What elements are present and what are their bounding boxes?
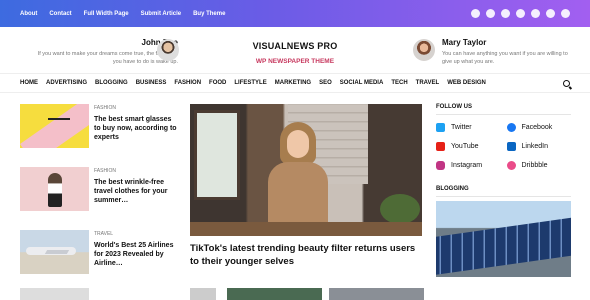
blogging-title: BLOGGING <box>436 186 469 192</box>
nav-home[interactable]: HOME <box>20 80 38 86</box>
linkedin-icon[interactable] <box>516 9 525 18</box>
nav-marketing[interactable]: MARKETING <box>275 80 311 86</box>
list-item[interactable]: FASHION The best wrinkle-free travel clo… <box>20 167 175 227</box>
twitter-icon[interactable] <box>471 9 480 18</box>
top-link-contact[interactable]: Contact <box>49 11 71 17</box>
main-nav: HOME ADVERTISING BLOGGING BUSINESS FASHI… <box>0 73 590 93</box>
nav-seo[interactable]: SEO <box>319 80 332 86</box>
article-title[interactable]: The best wrinkle-free travel clothes for… <box>94 178 179 205</box>
top-links: About Contact Full Width Page Submit Art… <box>20 11 225 17</box>
quote-right: Mary Taylor You can have anything you wa… <box>442 38 577 66</box>
article-thumbnail[interactable] <box>20 104 89 148</box>
social-links: Twitter Facebook YouTube LinkedIn Instag… <box>436 123 571 170</box>
nav-fashion[interactable]: FASHION <box>174 80 201 86</box>
youtube-icon[interactable] <box>501 9 510 18</box>
social-label: YouTube <box>451 143 479 150</box>
nav-social-media[interactable]: SOCIAL MEDIA <box>340 80 384 86</box>
social-label: Twitter <box>451 124 472 131</box>
dribbble-icon <box>506 161 516 170</box>
list-item[interactable]: FASHION The best smart glasses to buy no… <box>20 104 177 164</box>
nav-lifestyle[interactable]: LIFESTYLE <box>234 80 266 86</box>
top-link-full-width[interactable]: Full Width Page <box>84 11 129 17</box>
nav-food[interactable]: FOOD <box>209 80 226 86</box>
social-linkedin[interactable]: LinkedIn <box>506 142 572 151</box>
social-label: Instagram <box>451 162 483 169</box>
social-facebook[interactable]: Facebook <box>506 123 572 132</box>
article-thumbnail[interactable] <box>190 288 216 300</box>
social-youtube[interactable]: YouTube <box>436 142 501 151</box>
sidebar: FOLLOW US Twitter Facebook YouTube Linke… <box>436 104 571 277</box>
top-bar: About Contact Full Width Page Submit Art… <box>0 0 590 27</box>
top-link-buy-theme[interactable]: Buy Theme <box>193 11 225 17</box>
top-link-submit-article[interactable]: Submit Article <box>141 11 181 17</box>
hero-title[interactable]: TikTok's latest trending beauty filter r… <box>190 243 422 268</box>
article-thumbnail[interactable] <box>20 167 89 211</box>
nav-travel[interactable]: TRAVEL <box>416 80 440 86</box>
article-category[interactable]: FASHION <box>94 105 116 111</box>
search-icon[interactable] <box>563 80 570 87</box>
social-label: Dribbble <box>521 162 548 169</box>
list-item[interactable]: TRAVEL World's Best 25 Airlines for 2023… <box>20 230 175 290</box>
social-label: Facebook <box>521 124 553 131</box>
facebook-icon <box>506 123 516 132</box>
article-thumbnail[interactable] <box>20 230 89 274</box>
linkedin-icon <box>506 142 516 151</box>
nav-blogging[interactable]: BLOGGING <box>95 80 128 86</box>
blogging-thumbnail[interactable] <box>436 201 571 277</box>
social-twitter[interactable]: Twitter <box>436 123 501 132</box>
divider <box>436 196 571 197</box>
hero-image[interactable] <box>190 104 422 236</box>
article-thumbnail[interactable] <box>227 288 322 300</box>
next-row-thumbnails <box>0 288 590 300</box>
divider <box>436 114 571 115</box>
quote-author: Mary Taylor <box>442 38 487 47</box>
instagram-icon <box>436 161 445 170</box>
social-instagram[interactable]: Instagram <box>436 161 501 170</box>
social-label: LinkedIn <box>521 143 548 150</box>
follow-title: FOLLOW US <box>436 104 472 110</box>
avatar <box>413 39 435 61</box>
article-title[interactable]: The best smart glasses to buy now, accor… <box>94 115 179 142</box>
nav-web-design[interactable]: WEB DESIGN <box>447 80 486 86</box>
article-thumbnail[interactable] <box>329 288 424 300</box>
nav-tech[interactable]: TECH <box>391 80 407 86</box>
twitter-icon <box>436 123 445 132</box>
article-category[interactable]: TRAVEL <box>94 231 113 237</box>
article-thumbnail[interactable] <box>20 288 89 300</box>
article-title[interactable]: World's Best 25 Airlines for 2023 Reveal… <box>94 241 179 268</box>
nav-advertising[interactable]: ADVERTISING <box>46 80 87 86</box>
nav-business[interactable]: BUSINESS <box>136 80 167 86</box>
dribbble-icon[interactable] <box>531 9 540 18</box>
quote-text: You can have anything you want if you ar… <box>442 51 568 65</box>
instagram-icon[interactable] <box>546 9 555 18</box>
pinterest-icon[interactable] <box>561 9 570 18</box>
top-social-icons <box>471 9 570 18</box>
top-link-about[interactable]: About <box>20 11 37 17</box>
site-header: John Doe If you want to make your dreams… <box>0 27 590 73</box>
article-list: FASHION The best smart glasses to buy no… <box>20 104 177 293</box>
youtube-icon <box>436 142 445 151</box>
article-category[interactable]: FASHION <box>94 168 116 174</box>
facebook-icon[interactable] <box>486 9 495 18</box>
social-dribbble[interactable]: Dribbble <box>506 161 572 170</box>
